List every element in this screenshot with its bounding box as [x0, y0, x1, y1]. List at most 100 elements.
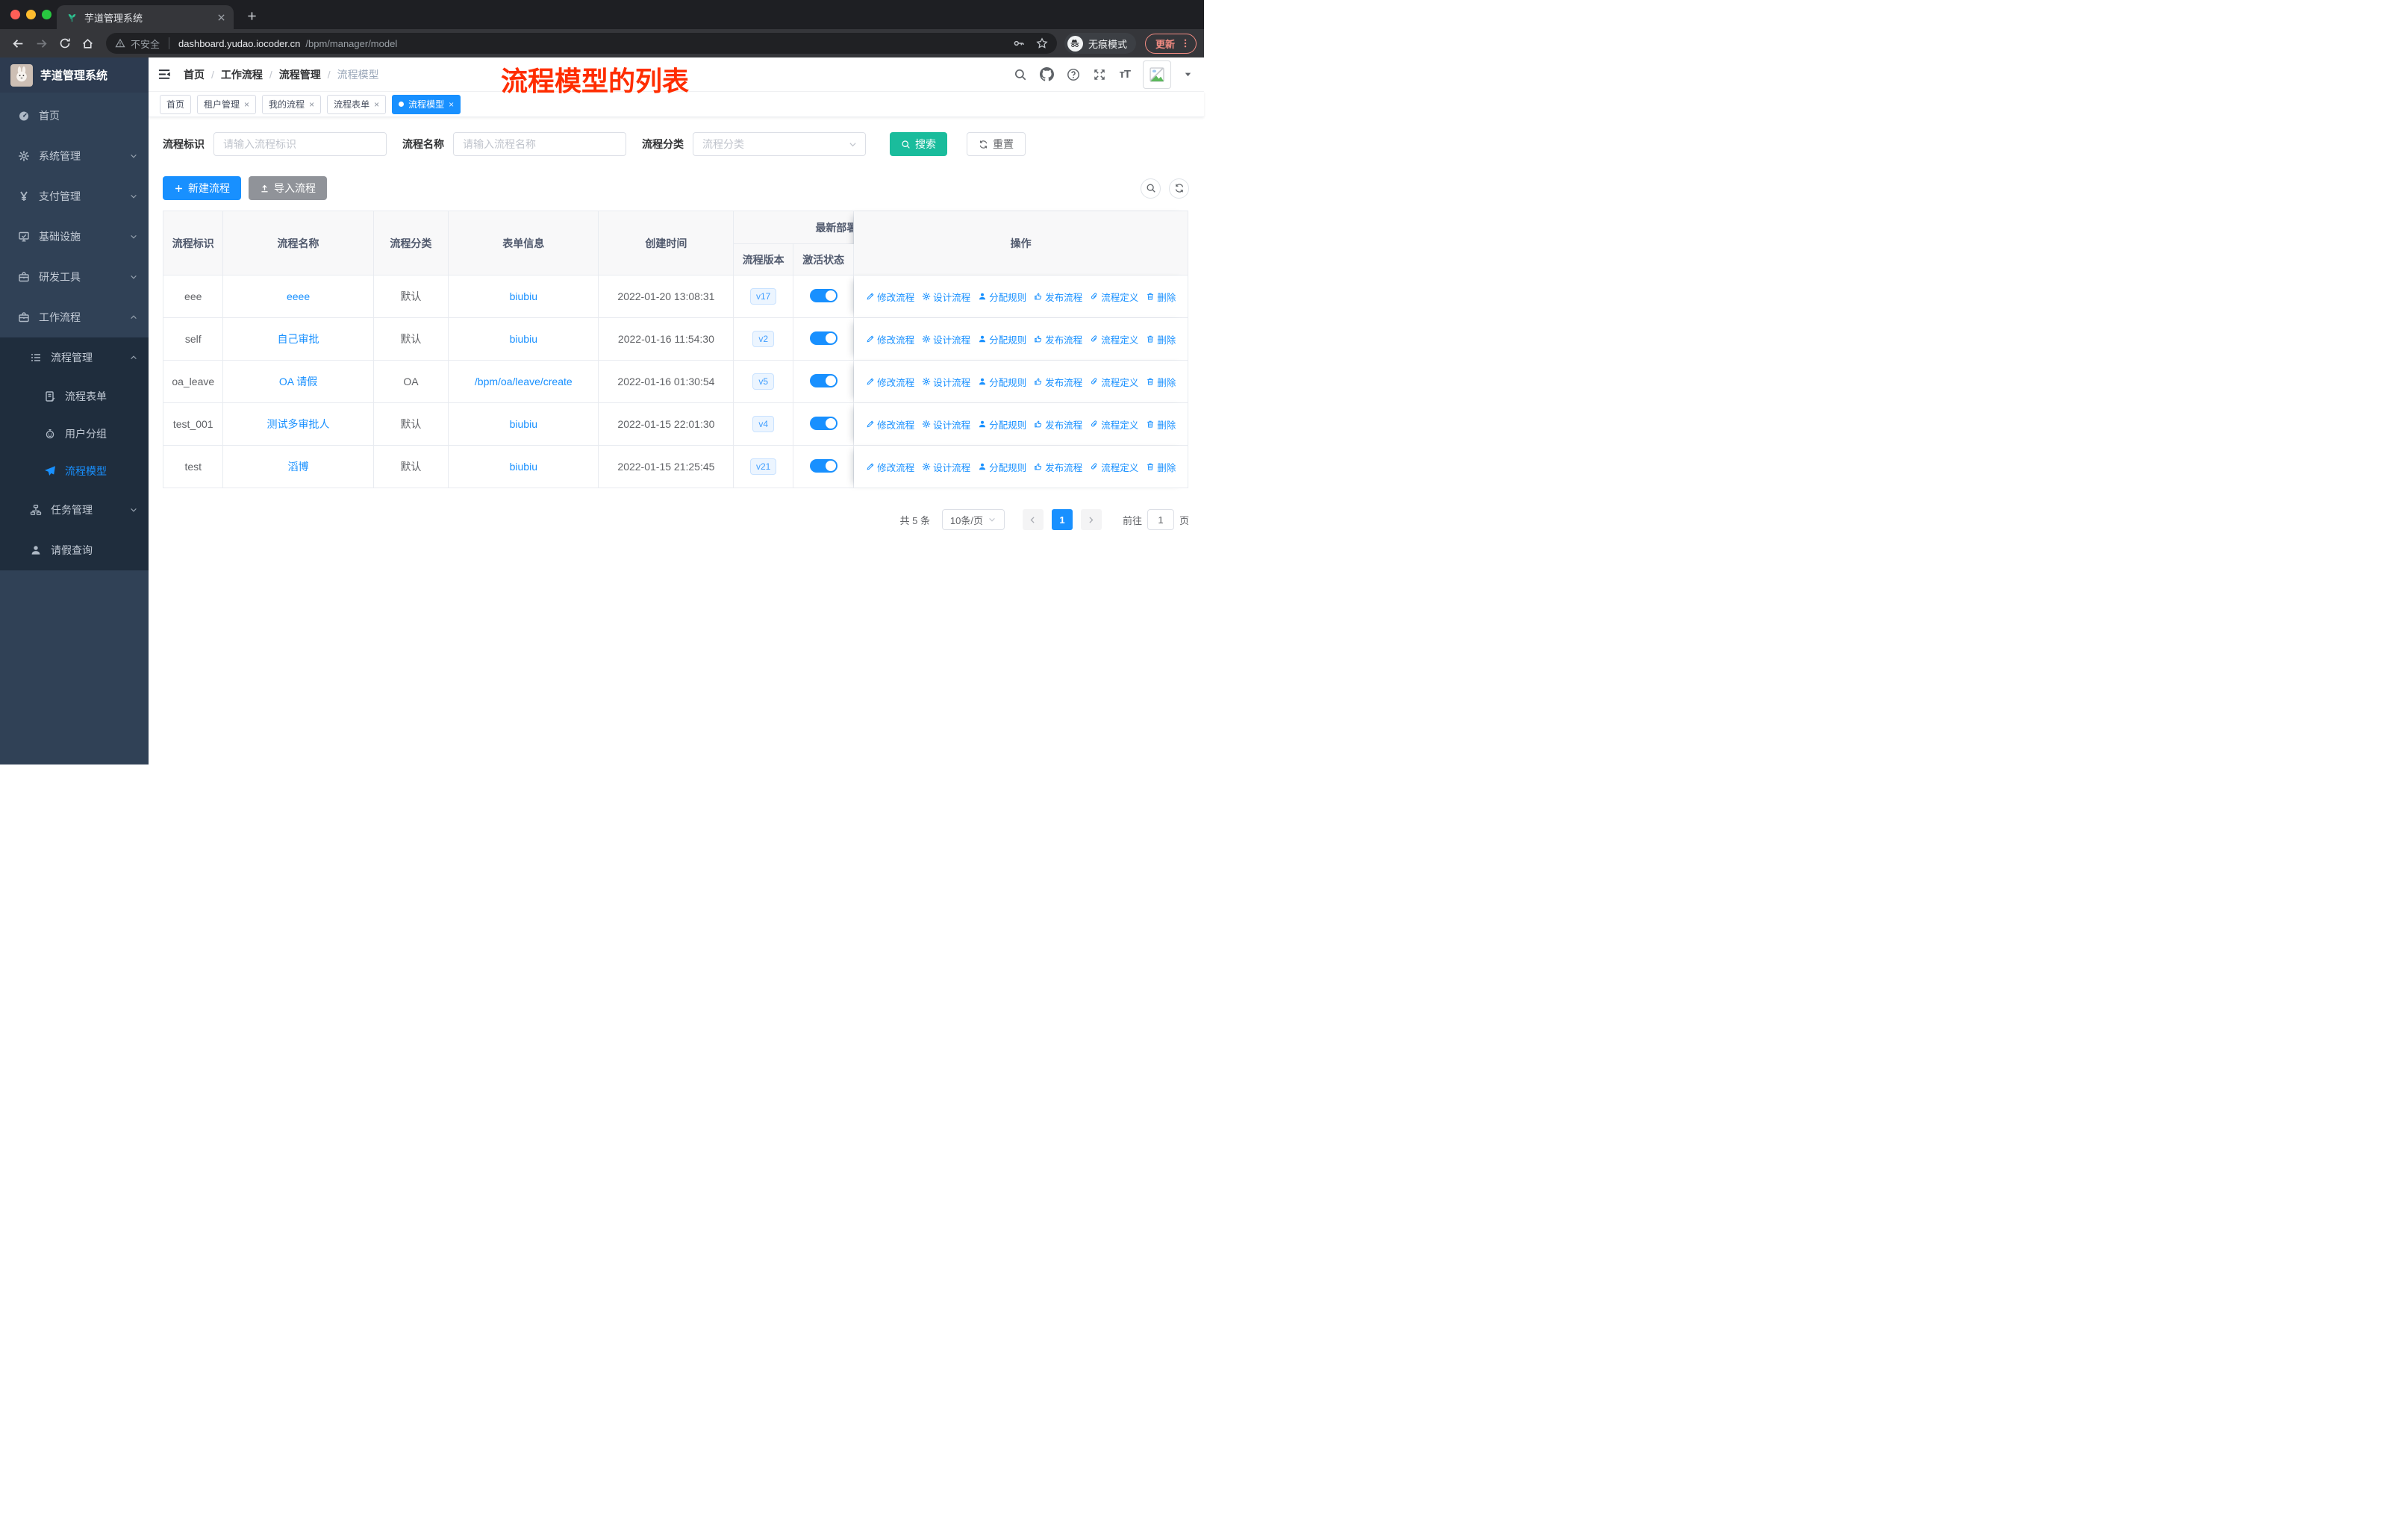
action-delete-model[interactable]: 删除	[1146, 290, 1176, 304]
window-minimize-button[interactable]	[26, 10, 36, 19]
sidebar-item-payment-management[interactable]: 支付管理	[0, 176, 149, 217]
model-name-link[interactable]: eeee	[287, 290, 310, 302]
tag-close-icon[interactable]: ×	[449, 100, 454, 109]
refresh-table-button[interactable]	[1169, 178, 1189, 199]
caret-down-icon[interactable]	[1184, 70, 1192, 78]
action-delete-model[interactable]: 删除	[1146, 375, 1176, 389]
page-number-1[interactable]: 1	[1051, 509, 1073, 530]
window-close-button[interactable]	[10, 10, 20, 19]
sidebar-item-leave-query[interactable]: 请假查询	[0, 530, 149, 570]
tab-close-icon[interactable]	[216, 13, 226, 22]
forward-button[interactable]	[31, 33, 52, 55]
font-size-icon[interactable]: ᴛT	[1119, 68, 1130, 81]
action-assign-rule[interactable]: 分配规则	[978, 332, 1026, 346]
form-info-link[interactable]: /bpm/oa/leave/create	[475, 376, 573, 387]
goto-page-input[interactable]	[1147, 509, 1174, 530]
search-button[interactable]: 搜索	[890, 132, 947, 156]
action-delete-model[interactable]: 删除	[1146, 460, 1176, 474]
action-deploy-model[interactable]: 发布流程	[1034, 417, 1082, 432]
sidebar-item-system-management[interactable]: 系统管理	[0, 136, 149, 176]
action-deploy-model[interactable]: 发布流程	[1034, 290, 1082, 304]
search-icon[interactable]	[1014, 68, 1027, 81]
action-delete-model[interactable]: 删除	[1146, 332, 1176, 346]
model-name-input[interactable]	[453, 132, 626, 156]
action-update-model[interactable]: 修改流程	[866, 332, 914, 346]
page-size-select[interactable]: 10条/页	[941, 509, 1005, 530]
home-button[interactable]	[77, 33, 99, 55]
action-assign-rule[interactable]: 分配规则	[978, 375, 1026, 389]
fullscreen-icon[interactable]	[1093, 68, 1106, 81]
sidebar-item-home[interactable]: 首页	[0, 96, 149, 136]
action-update-model[interactable]: 修改流程	[866, 290, 914, 304]
show-search-button[interactable]	[1141, 178, 1161, 199]
action-assign-rule[interactable]: 分配规则	[978, 290, 1026, 304]
action-assign-rule[interactable]: 分配规则	[978, 460, 1026, 474]
model-name-link[interactable]: 测试多审批人	[267, 418, 330, 430]
sidebar-item-task-management[interactable]: 任务管理	[0, 490, 149, 530]
action-delete-model[interactable]: 删除	[1146, 417, 1176, 432]
breadcrumb-item[interactable]: 工作流程	[221, 67, 263, 82]
action-design-model[interactable]: 设计流程	[922, 375, 970, 389]
model-name-link[interactable]: OA 请假	[279, 376, 317, 387]
activation-toggle[interactable]	[809, 288, 838, 302]
action-design-model[interactable]: 设计流程	[922, 290, 970, 304]
activation-toggle[interactable]	[809, 416, 838, 430]
action-design-model[interactable]: 设计流程	[922, 332, 970, 346]
bookmark-star-icon[interactable]	[1036, 37, 1048, 49]
action-process-definition[interactable]: 流程定义	[1090, 417, 1138, 432]
tag-租户管理[interactable]: 租户管理 ×	[197, 94, 257, 114]
model-key-input[interactable]	[213, 132, 387, 156]
breadcrumb-item[interactable]: 首页	[184, 67, 205, 82]
help-icon[interactable]	[1067, 68, 1080, 81]
tag-流程模型[interactable]: 流程模型 ×	[392, 94, 461, 114]
tag-我的流程[interactable]: 我的流程 ×	[262, 94, 322, 114]
sidebar-item-process-management[interactable]: 流程管理	[0, 337, 149, 378]
github-icon[interactable]	[1040, 67, 1054, 81]
app-logo[interactable]: 芋道管理系统	[0, 57, 149, 93]
sidebar-item-infrastructure[interactable]: 基础设施	[0, 217, 149, 257]
sidebar-item-process-model[interactable]: 流程模型	[0, 452, 149, 490]
action-deploy-model[interactable]: 发布流程	[1034, 460, 1082, 474]
tag-close-icon[interactable]: ×	[309, 100, 314, 109]
activation-toggle[interactable]	[809, 331, 838, 345]
action-update-model[interactable]: 修改流程	[866, 417, 914, 432]
sidebar-item-user-group[interactable]: 用户分组	[0, 415, 149, 452]
tag-close-icon[interactable]: ×	[244, 100, 249, 109]
category-select[interactable]: 流程分类	[693, 132, 866, 156]
action-design-model[interactable]: 设计流程	[922, 460, 970, 474]
browser-update-menu-button[interactable]: 更新	[1144, 33, 1197, 54]
browser-tab[interactable]: 芋道管理系统	[57, 5, 234, 29]
action-update-model[interactable]: 修改流程	[866, 375, 914, 389]
form-info-link[interactable]: biubiu	[510, 418, 537, 430]
sidebar-item-workflow[interactable]: 工作流程	[0, 297, 149, 337]
action-design-model[interactable]: 设计流程	[922, 417, 970, 432]
action-deploy-model[interactable]: 发布流程	[1034, 332, 1082, 346]
window-zoom-button[interactable]	[42, 10, 52, 19]
activation-toggle[interactable]	[809, 458, 838, 473]
tag-首页[interactable]: 首页	[160, 94, 192, 114]
sidebar-collapse-icon[interactable]	[157, 67, 172, 81]
action-assign-rule[interactable]: 分配规则	[978, 417, 1026, 432]
import-model-button[interactable]: 导入流程	[249, 176, 327, 200]
action-update-model[interactable]: 修改流程	[866, 460, 914, 474]
sidebar-item-dev-tools[interactable]: 研发工具	[0, 257, 149, 297]
prev-page-button[interactable]	[1022, 509, 1044, 530]
form-info-link[interactable]: biubiu	[510, 333, 537, 345]
action-process-definition[interactable]: 流程定义	[1090, 290, 1138, 304]
reset-button[interactable]: 重置	[967, 132, 1026, 156]
model-name-link[interactable]: 滔博	[288, 461, 309, 473]
sidebar-item-process-form[interactable]: 流程表单	[0, 378, 149, 415]
back-button[interactable]	[7, 33, 29, 55]
password-key-icon[interactable]	[1013, 37, 1025, 49]
create-model-button[interactable]: 新建流程	[163, 176, 241, 200]
form-info-link[interactable]: biubiu	[510, 290, 537, 302]
activation-toggle[interactable]	[809, 373, 838, 387]
tag-流程表单[interactable]: 流程表单 ×	[327, 94, 387, 114]
form-info-link[interactable]: biubiu	[510, 461, 537, 473]
action-process-definition[interactable]: 流程定义	[1090, 375, 1138, 389]
next-page-button[interactable]	[1080, 509, 1102, 530]
new-tab-button[interactable]	[240, 4, 263, 27]
user-avatar[interactable]	[1143, 60, 1171, 89]
breadcrumb-item[interactable]: 流程管理	[279, 67, 321, 82]
model-name-link[interactable]: 自己审批	[278, 333, 319, 345]
